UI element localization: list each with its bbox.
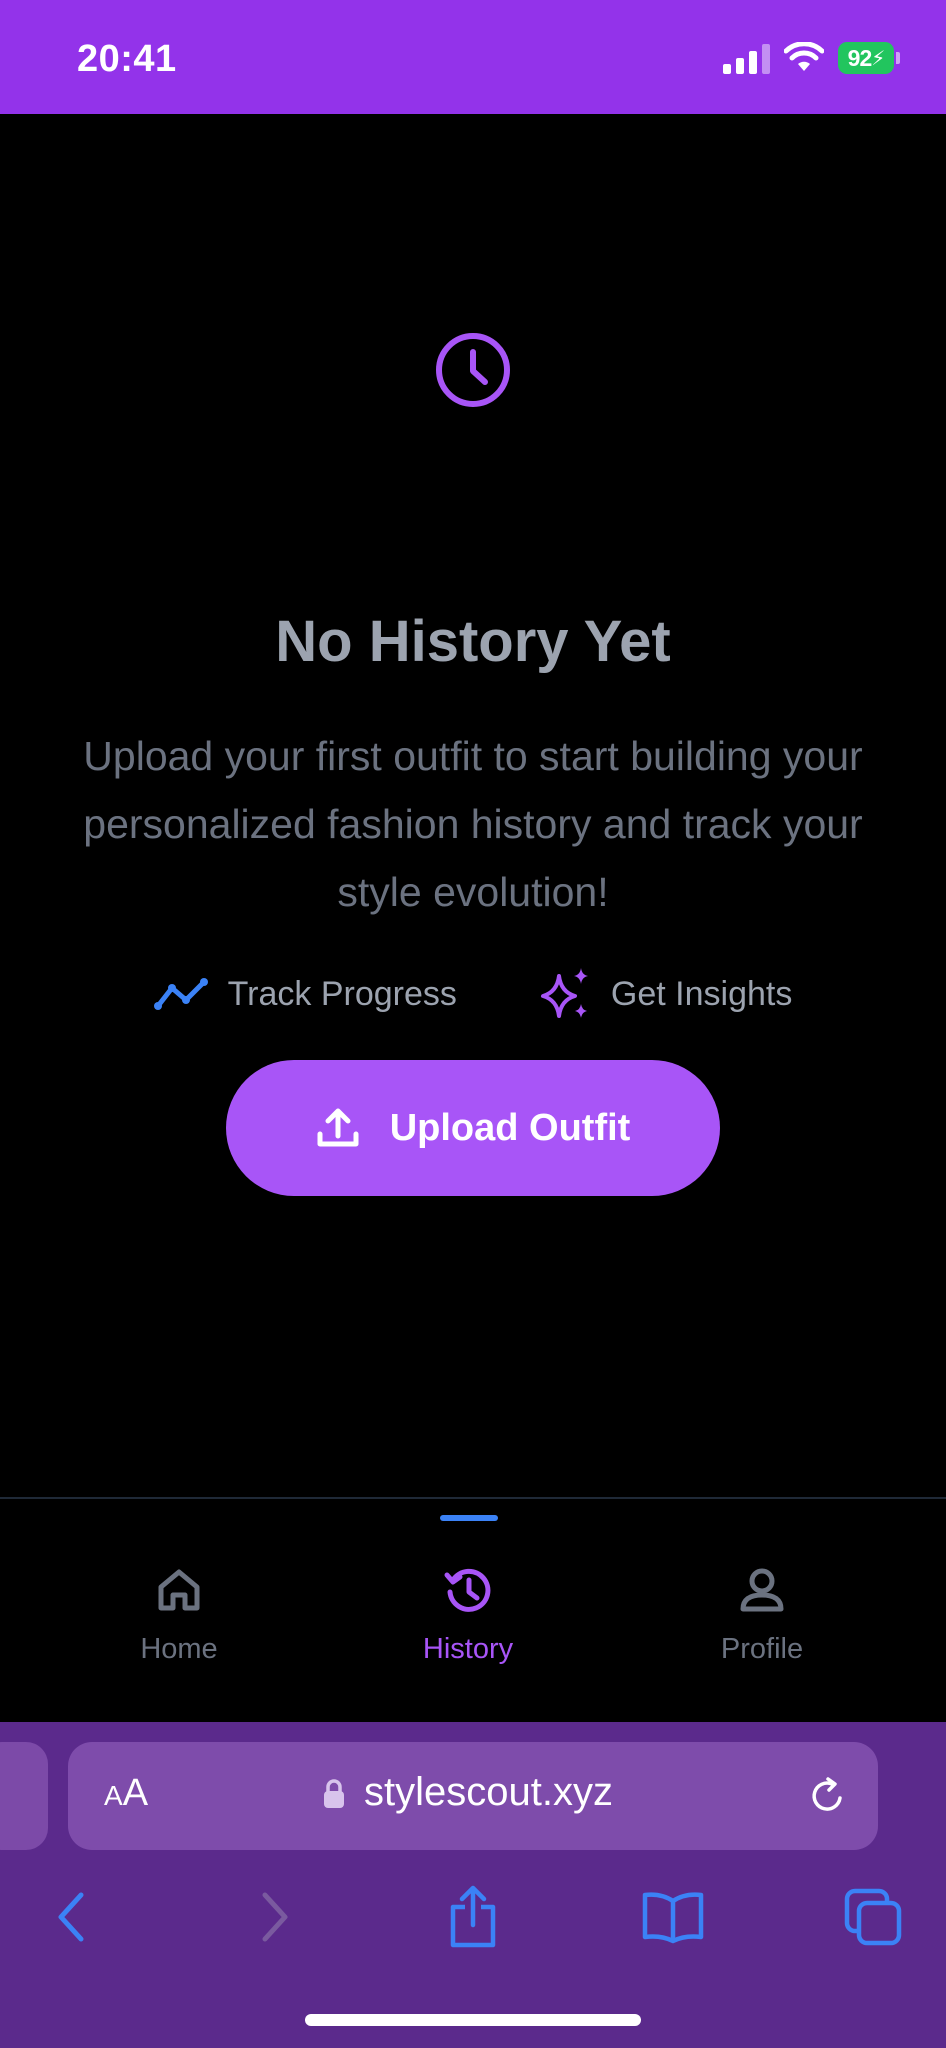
status-icons: 92 ⚡ [723,42,900,74]
battery-icon: 92 ⚡ [838,42,900,74]
share-button[interactable] [438,1882,508,1952]
bookmarks-button[interactable] [638,1882,708,1952]
tab-history[interactable]: History [368,1565,568,1666]
book-icon [642,1892,704,1944]
tab-label: Profile [720,1633,804,1665]
feature-label: Track Progress [227,974,457,1013]
wifi-icon [784,42,824,71]
clock-icon [436,333,510,407]
tabs-icon [844,1888,902,1946]
home-icon [158,1569,200,1611]
trend-line-icon [153,978,208,1010]
browser-controls [0,1882,946,1962]
battery-level: 92 [847,44,873,71]
history-empty-state: No History Yet Upload your first outfit … [0,114,946,1497]
feature-label: Get Insights [610,974,793,1013]
reload-icon[interactable] [808,1776,848,1816]
feature-track-progress: Track Progress [153,966,457,1022]
browser-toolbar: AA stylescout.xyz [0,1722,946,2048]
tabs-button[interactable] [838,1882,908,1952]
tab-label: Home [140,1633,218,1665]
upload-icon [317,1108,359,1147]
url-text: stylescout.xyz [364,1770,613,1814]
forward-button[interactable] [240,1882,310,1952]
previous-tab-preview[interactable] [0,1742,48,1850]
bottom-tab-bar: Home History Profile [0,1497,946,1722]
history-icon [444,1568,491,1612]
status-bar: 20:41 92 ⚡ [0,0,946,114]
tab-home[interactable]: Home [79,1565,279,1666]
address-bar[interactable]: AA stylescout.xyz [68,1742,878,1850]
chevron-right-icon [262,1892,288,1942]
text-size-button[interactable]: AA [104,1772,148,1815]
sparkles-icon [540,968,588,1018]
feature-get-insights: Get Insights [537,966,792,1022]
empty-state-title: No History Yet [275,609,671,674]
profile-icon [740,1568,784,1612]
home-indicator [305,2014,641,2026]
empty-state-description: Upload your first outfit to start buildi… [83,733,863,915]
tab-label: History [422,1633,514,1665]
tab-profile[interactable]: Profile [662,1565,862,1666]
status-time: 20:41 [77,38,177,80]
active-tab-indicator [440,1515,498,1521]
upload-outfit-button[interactable]: Upload Outfit [226,1060,720,1196]
feature-list: Track Progress Get Insights [0,966,946,1022]
chevron-left-icon [58,1892,84,1942]
lock-icon [324,1779,344,1808]
back-button[interactable] [36,1882,106,1952]
upload-button-label: Upload Outfit [389,1106,631,1149]
cellular-signal-icon [723,42,770,74]
share-icon [450,1885,496,1948]
